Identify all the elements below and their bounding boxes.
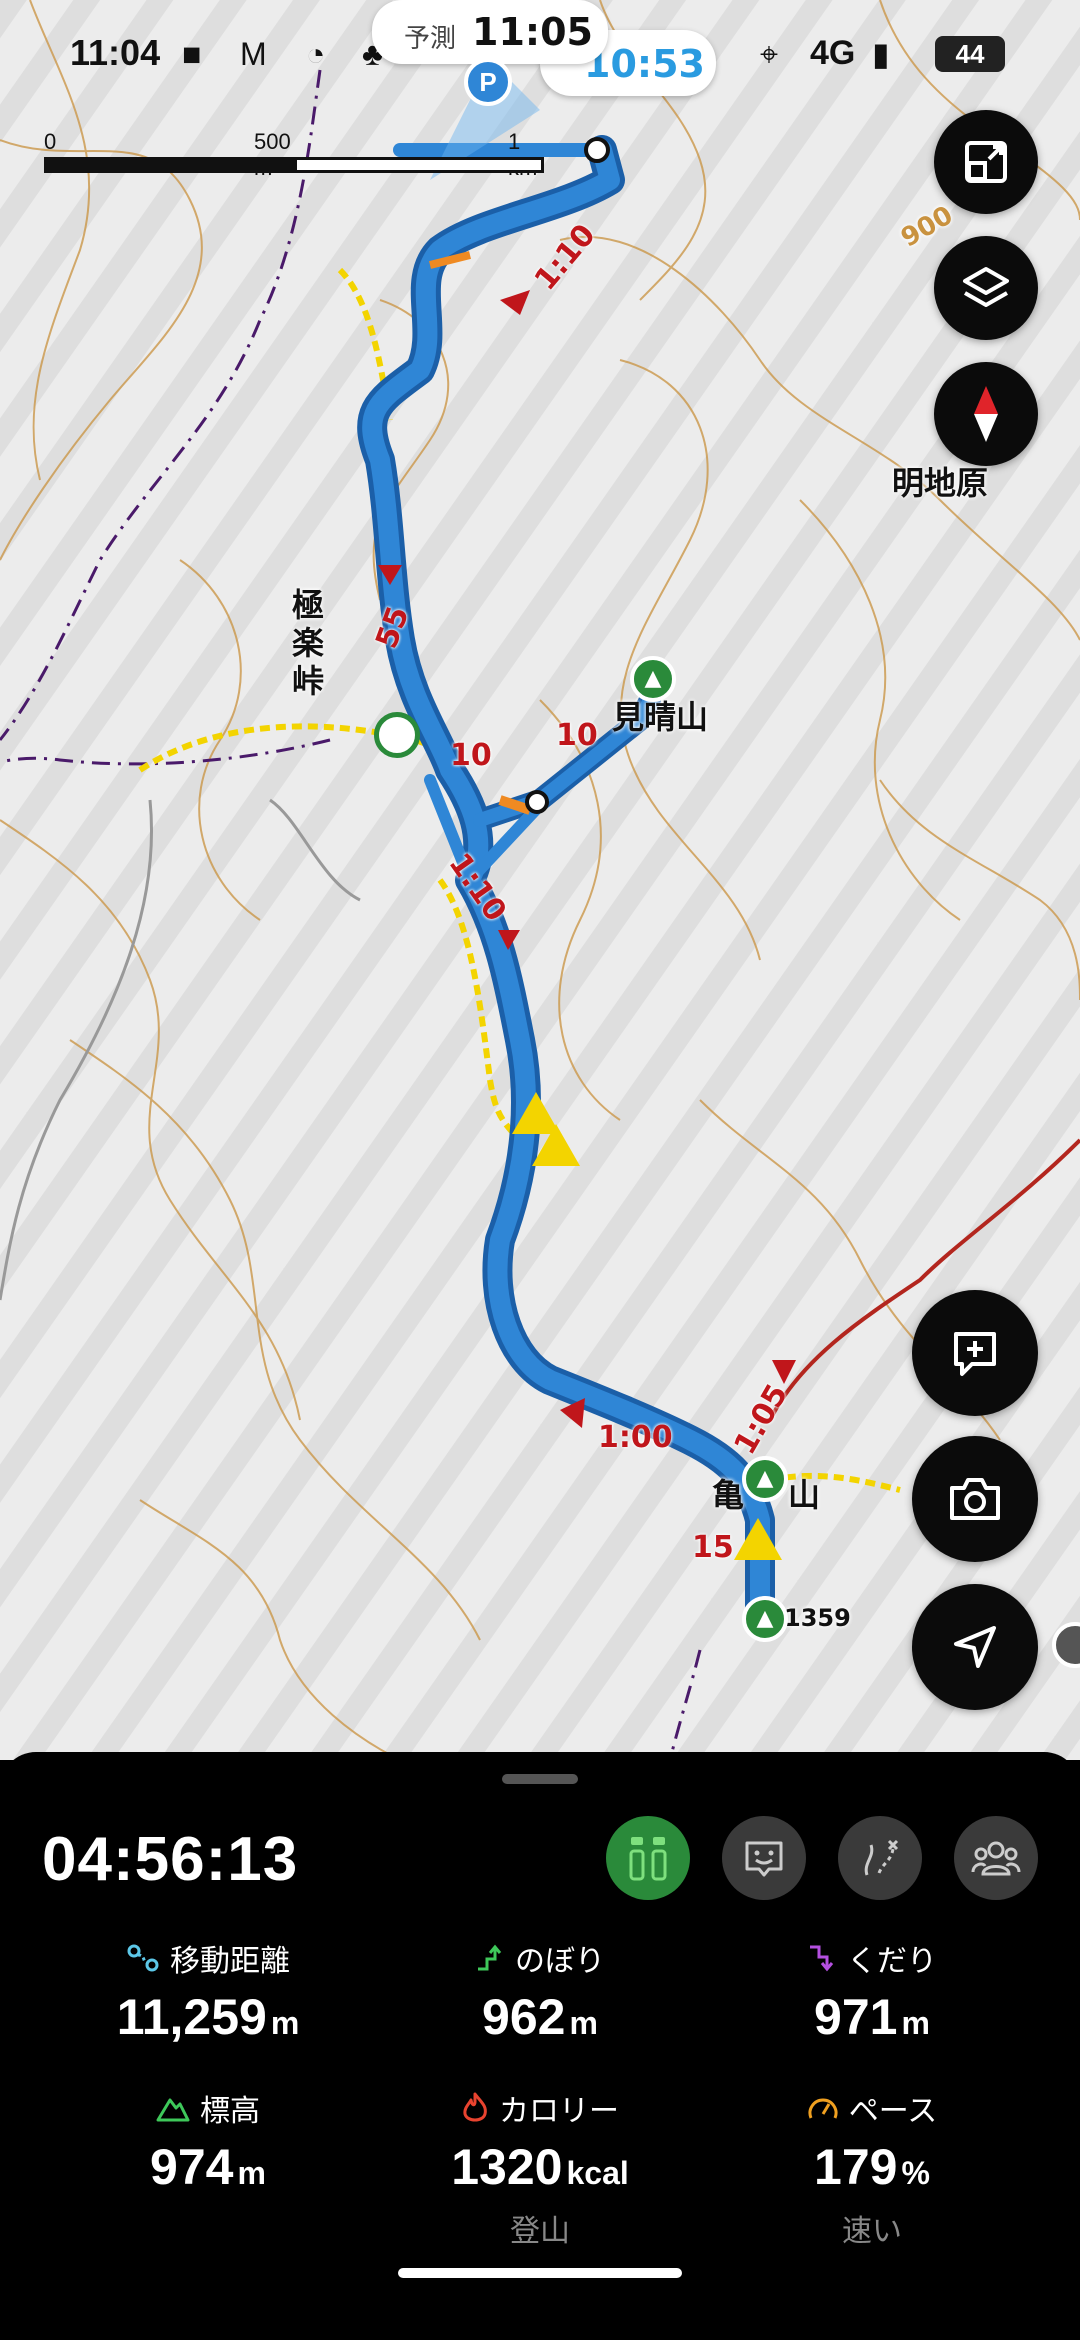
stat-ascent-unit: m (569, 2005, 598, 2041)
route-time-label: 10 (450, 738, 492, 773)
camera-icon (950, 1478, 1000, 1520)
timer-icon: ◔ (306, 36, 326, 72)
group-button[interactable] (954, 1816, 1038, 1900)
face-mode-icon (745, 1841, 783, 1877)
layers-icon (963, 267, 1009, 307)
status-time: 11:04 (70, 32, 161, 73)
route-time-label: 15 (692, 1530, 734, 1565)
stat-ascent: のぼり 962 m (390, 1938, 690, 2046)
label-elev-1359: 1359 (784, 1604, 851, 1632)
pass-marker-icon[interactable] (374, 712, 420, 758)
stat-descent-value: 971 (814, 1989, 898, 2045)
navigate-button[interactable] (912, 1584, 1038, 1710)
stat-descent: くだり 971 m (722, 1938, 1022, 2046)
scale-mid: 500 m (254, 129, 291, 180)
stat-elevation: 標高 974 m (58, 2088, 358, 2196)
stat-elevation-label: 標高 (200, 2094, 260, 2129)
square-notification-icon: ■ (182, 36, 202, 72)
track-mode-button[interactable] (606, 1816, 690, 1900)
warning-icon[interactable] (532, 1124, 580, 1166)
signal-icon: ▮ (872, 36, 890, 72)
layers-button[interactable] (934, 236, 1038, 340)
home-indicator[interactable] (398, 2268, 682, 2278)
stat-descent-label: くだり (847, 1944, 937, 1979)
stat-pace-unit: % (901, 2155, 930, 2191)
compass-button[interactable] (934, 362, 1038, 466)
forecast-label: 予測 (404, 24, 457, 54)
flame-icon (463, 2092, 487, 2122)
summit-marker-icon[interactable]: ▲ (742, 1456, 788, 1502)
label-gokuraku-pass: 極楽峠 (292, 586, 325, 700)
forecast-time: 11:05 (472, 10, 593, 54)
label-kame-suffix: 山 (788, 1476, 821, 1514)
stat-pace-label: ペース (848, 2094, 938, 2129)
distance-icon (127, 1944, 159, 1972)
battery-level: 44 (935, 36, 1005, 72)
stat-calories-unit: kcal (566, 2155, 629, 2191)
elapsed-time: 04:56:13 (42, 1825, 299, 1894)
panel-drag-handle[interactable] (502, 1774, 578, 1784)
scale-zero: 0 (44, 129, 57, 154)
track-mode-icon (629, 1837, 667, 1881)
gmail-icon: M (240, 36, 267, 72)
route-mode-icon (864, 1839, 899, 1876)
label-meijigahara: 明地原 (892, 464, 989, 502)
stat-ascent-label: のぼり (515, 1944, 605, 1979)
location-pin-icon: ⌖ (760, 36, 779, 72)
stat-calories-value: 1320 (451, 2139, 563, 2195)
scale-bar-track (44, 157, 544, 173)
current-location-marker: P (464, 58, 512, 106)
speedometer-icon (808, 2098, 838, 2119)
stat-elevation-unit: m (237, 2155, 266, 2191)
summit-marker-icon[interactable]: ▲ (630, 656, 676, 702)
route-time-label: 10 (556, 718, 598, 753)
add-memo-button[interactable] (912, 1290, 1038, 1416)
stat-calories: カロリー 1320 kcal 登山 (390, 2088, 690, 2250)
stat-pace: ペース 179% 速い (722, 2088, 1022, 2250)
route-mode-button[interactable] (838, 1816, 922, 1900)
stat-descent-unit: m (901, 2005, 930, 2041)
mountain-icon (156, 2098, 190, 2122)
stat-calories-activity: 登山 (510, 2214, 570, 2249)
route-time-label: 1:00 (598, 1420, 673, 1455)
label-kame: 亀 (712, 1476, 745, 1514)
stat-calories-label: カロリー (499, 2094, 619, 2129)
forecast-bubble[interactable]: 予測 11:05 (372, 0, 608, 64)
descent-icon (810, 1945, 834, 1972)
warning-icon[interactable] (734, 1518, 782, 1560)
stat-distance: 移動距離 11,259 m (58, 1938, 358, 2046)
stat-ascent-value: 962 (482, 1989, 566, 2045)
summit-marker-icon[interactable]: ▲ (742, 1596, 788, 1642)
stat-elevation-value: 974 (150, 2139, 234, 2195)
stat-distance-label: 移動距離 (170, 1944, 290, 1979)
map-view[interactable]: 11:04 ■ M ◔ ♣ ⌖ 4G ▮ 44 10:53 予測 11:05 P… (0, 0, 1080, 1760)
compass-icon (974, 386, 998, 442)
stat-pace-rating: 速い (842, 2214, 902, 2249)
network-type: 4G (810, 34, 856, 72)
fullscreen-button[interactable] (934, 110, 1038, 214)
fullscreen-icon (965, 141, 1007, 183)
stat-distance-value: 11,259 (116, 1989, 267, 2045)
add-memo-icon (954, 1332, 996, 1376)
ascent-icon (478, 1944, 502, 1971)
stat-distance-unit: m (270, 2005, 300, 2041)
scale-end: 1 km (508, 129, 537, 180)
group-icon (971, 1841, 1021, 1876)
navigate-icon (954, 1626, 996, 1668)
stat-pace-value: 179 (814, 2139, 898, 2195)
camera-button[interactable] (912, 1436, 1038, 1562)
activity-panel: 04:56:13 移動距離 11,259 m のぼり 962 m くだり 971… (0, 1752, 1080, 2340)
face-mode-button[interactable] (722, 1816, 806, 1900)
